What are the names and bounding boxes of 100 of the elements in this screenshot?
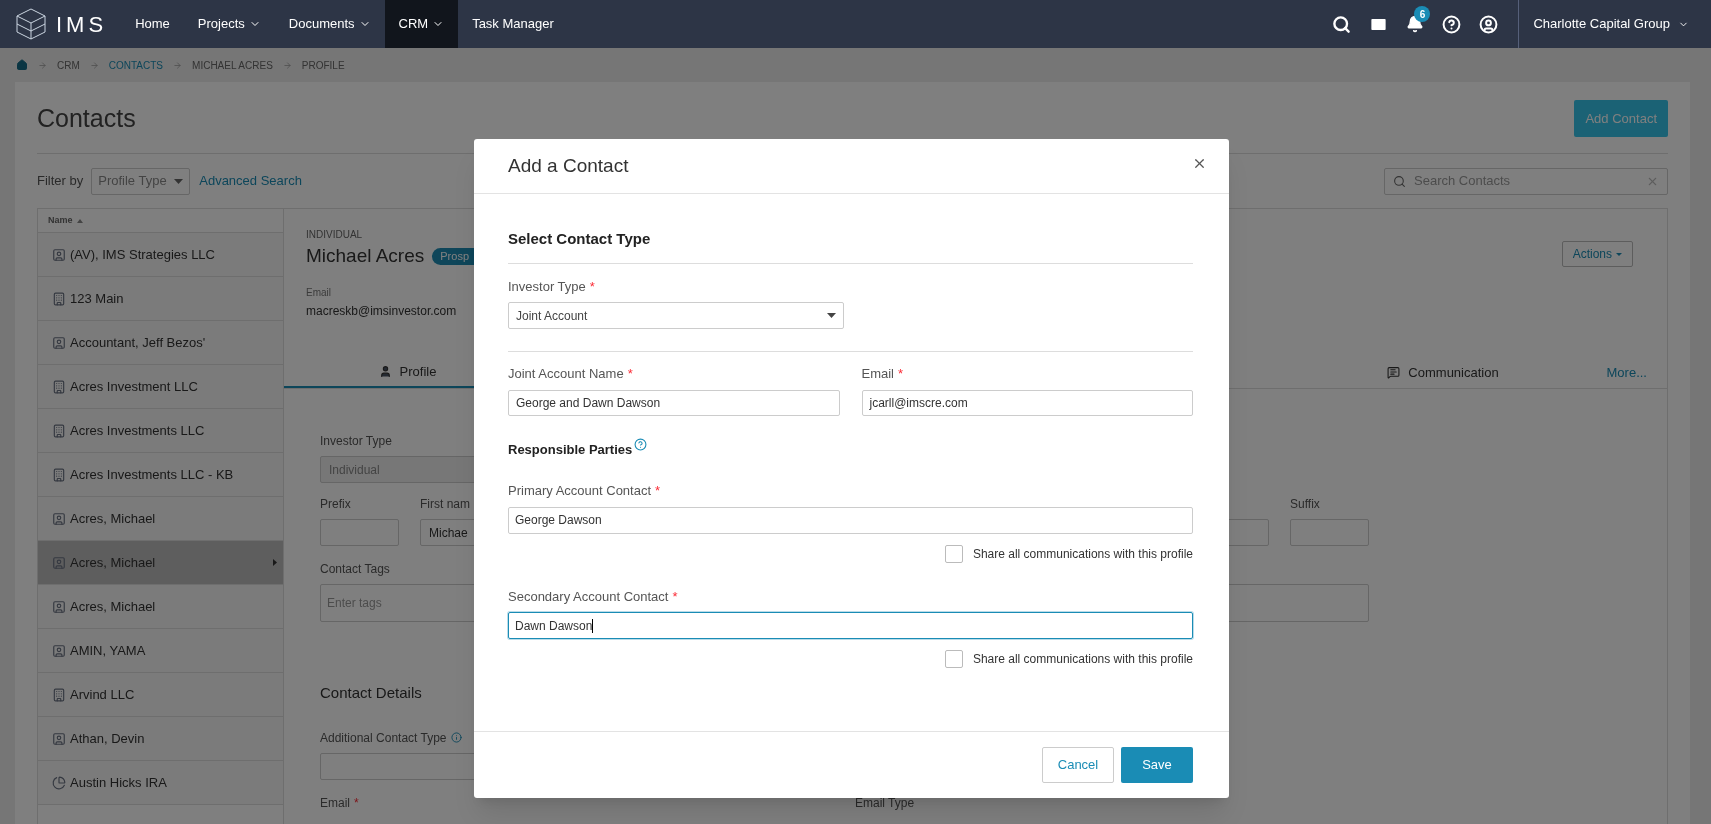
contact-field[interactable]: George Dawson <box>508 506 1193 534</box>
nav-item[interactable]: Documents <box>274 0 385 48</box>
building-icon <box>52 467 66 482</box>
breadcrumb-link[interactable]: MICHAEL ACRES <box>192 57 273 73</box>
checkbox-label: Share all communications with this profile <box>972 545 1193 563</box>
share-checkbox[interactable] <box>944 544 963 563</box>
logo-text: IMS <box>56 10 108 39</box>
arrow-right-icon <box>173 60 183 70</box>
contact-row[interactable]: Athan, Devin <box>38 717 283 761</box>
actions-button[interactable]: Actions <box>1561 241 1633 267</box>
contact-name: Athan, Devin <box>70 729 146 748</box>
dialog-title: Add a Contact <box>508 153 629 178</box>
field-label: Primary Account Contact <box>508 482 652 500</box>
pie-chart-icon <box>52 775 66 790</box>
contact-name: (AV), IMS Strategies LLC <box>70 245 216 264</box>
prefix-field[interactable] <box>320 519 399 546</box>
email-field[interactable]: jcarll@imscre.com <box>861 389 1193 416</box>
info-icon <box>450 732 462 743</box>
nav-item[interactable]: CRM <box>384 0 459 48</box>
save-button[interactable]: Save <box>1121 747 1193 783</box>
nav-item[interactable]: Home <box>121 0 184 48</box>
contact-name: Acres Investments LLC - KB <box>70 465 235 484</box>
contact-name: Accountant, Jeff Bezos' <box>70 333 207 352</box>
contact-row[interactable]: (AV), IMS Strategies LLC <box>38 233 283 277</box>
account-menu[interactable]: Charlotte Capital Group <box>1533 14 1689 34</box>
field-label: Prefix <box>320 496 351 513</box>
contact-card-icon <box>52 511 66 526</box>
contact-row[interactable]: AMIN, YAMA <box>38 629 283 673</box>
contact-row[interactable]: Accountant, Jeff Bezos' <box>38 321 283 365</box>
breadcrumb-link[interactable]: CRM <box>57 57 80 73</box>
contact-row[interactable]: Acres, Michael <box>38 585 283 629</box>
contact-card-icon <box>52 731 66 746</box>
required-mark: * <box>627 365 633 383</box>
contact-card-icon <box>52 555 66 570</box>
search-icon <box>1393 174 1406 188</box>
contact-row[interactable]: 123 Main <box>38 277 283 321</box>
person-icon <box>378 365 392 378</box>
contact-card-icon <box>52 599 66 614</box>
contact-name: 123 Main <box>70 289 125 308</box>
contact-card-icon <box>52 643 66 658</box>
more-link[interactable]: More... <box>1566 357 1667 388</box>
contact-row[interactable]: Austin Hicks IRA <box>38 761 283 805</box>
message-icon <box>1387 366 1401 379</box>
cancel-button[interactable]: Cancel <box>1042 747 1114 783</box>
field-label: Email Type <box>855 794 915 812</box>
required-mark: * <box>898 365 904 383</box>
section-subtitle: Responsible Parties <box>508 440 633 459</box>
nav-item[interactable]: Task Manager <box>458 0 568 48</box>
arrow-right-icon <box>282 60 292 70</box>
breadcrumb-link[interactable]: CONTACTS <box>108 57 164 73</box>
building-icon <box>52 423 66 438</box>
contact-row[interactable]: Acres Investments LLC - KB <box>38 453 283 497</box>
building-icon <box>52 687 66 702</box>
joint-account-name-field[interactable]: George and Dawn Dawson <box>508 389 840 416</box>
required-mark: * <box>672 587 678 606</box>
text-cursor <box>592 618 594 633</box>
nav-item[interactable]: Projects <box>183 0 275 48</box>
contact-card-icon <box>52 247 66 262</box>
advanced-search-link[interactable]: Advanced Search <box>199 171 302 191</box>
contact-row[interactable]: Acres Investment LLC <box>38 365 283 409</box>
share-checkbox[interactable] <box>944 650 963 668</box>
investor-type-select[interactable]: Joint Account <box>508 302 844 329</box>
contact-name: AMIN, YAMA <box>70 641 147 660</box>
contact-name: Acres Investments LLC <box>70 421 206 440</box>
sort-icon <box>76 218 83 223</box>
filter-label: Filter by <box>37 172 84 191</box>
field-label: Investor Type <box>320 433 392 450</box>
home-icon[interactable] <box>16 59 28 71</box>
checkbox-label: Share all communications with this profile <box>972 651 1193 668</box>
caret-icon <box>827 313 836 318</box>
contact-name: Austin Hicks IRA <box>70 773 168 792</box>
section-title: Select Contact Type <box>508 228 1193 264</box>
profile-type: INDIVIDUAL <box>306 228 364 242</box>
contact-field[interactable]: Dawn Dawson <box>508 612 1193 639</box>
caret-icon <box>1616 252 1622 256</box>
profile-type-select[interactable]: Profile Type <box>91 167 191 195</box>
field-label: Email <box>861 365 894 383</box>
contact-card-icon <box>52 335 66 350</box>
contact-name: Acres, Michael <box>70 509 157 528</box>
arrow-right-icon <box>38 60 47 70</box>
contact-row[interactable]: Acres, Michael <box>38 497 283 541</box>
contact-row[interactable]: Arvind LLC <box>38 673 283 717</box>
profile-tab[interactable]: Communication <box>1319 357 1567 388</box>
required-mark: * <box>655 482 661 500</box>
required-mark: * <box>589 277 595 296</box>
field-label: Secondary Account Contact <box>508 587 669 606</box>
caret-right-icon <box>273 559 277 566</box>
contact-row[interactable]: Acres Investments LLC <box>38 409 283 453</box>
breadcrumb-link[interactable]: PROFILE <box>301 57 345 73</box>
user-icon[interactable] <box>1479 14 1499 34</box>
field-label: Contact Tags <box>320 561 390 578</box>
column-header[interactable]: Name <box>48 213 73 228</box>
field-label: First nam <box>420 496 470 513</box>
field-label: Additional Contact Type <box>320 729 447 747</box>
contact-row[interactable]: Acres, Michael <box>38 541 283 585</box>
suffix-field[interactable] <box>1290 519 1369 546</box>
search-icon[interactable] <box>1332 14 1352 34</box>
field-label: Suffix <box>1290 496 1320 513</box>
section-title: Contact Details <box>320 683 423 703</box>
contact-name: Acres, Michael <box>70 597 157 616</box>
